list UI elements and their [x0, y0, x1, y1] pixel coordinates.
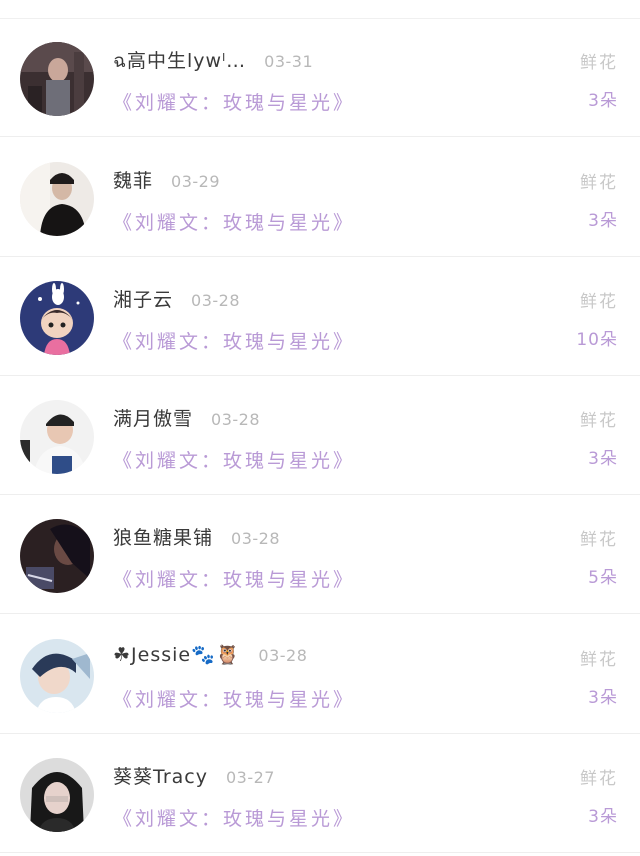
timestamp: 03-27	[225, 768, 275, 787]
user-name: ☘Jessie🐾🦉 03-28	[113, 644, 308, 666]
user-name: 狼鱼糖果铺 03-28	[113, 527, 281, 549]
user-avatar[interactable]	[20, 639, 94, 713]
timestamp: 03-31	[264, 52, 314, 71]
user-name: 湘子云 03-28	[113, 289, 241, 311]
user-name: 满月傲雪 03-28	[113, 408, 261, 430]
gift-count: 3朵	[588, 449, 618, 469]
user-avatar[interactable]	[20, 162, 94, 236]
gift-record-list: ฉ高中生lywˡ… 03-31 《刘耀文：玫瑰与星光》 鲜花 3朵 魏菲 03-29…	[0, 0, 640, 856]
book-title[interactable]: 《刘耀文：玫瑰与星光》	[113, 327, 355, 354]
book-title[interactable]: 《刘耀文：玫瑰与星光》	[113, 804, 355, 831]
gift-count: 3朵	[588, 91, 618, 111]
timestamp: 03-28	[231, 529, 281, 548]
gift-count: 10朵	[576, 330, 618, 350]
gift-count: 5朵	[588, 568, 618, 588]
user-avatar[interactable]	[20, 400, 94, 474]
gift-count: 3朵	[588, 807, 618, 827]
gift-type: 鲜花	[580, 292, 618, 312]
book-title[interactable]: 《刘耀文：玫瑰与星光》	[113, 446, 355, 473]
list-item[interactable]: 魏菲 03-29 《刘耀文：玫瑰与星光》 鲜花 3朵	[0, 138, 640, 257]
user-name: ฉ高中生lywˡ… 03-31	[113, 50, 314, 72]
gift-type: 鲜花	[580, 53, 618, 73]
list-item[interactable]: ฉ高中生lywˡ… 03-31 《刘耀文：玫瑰与星光》 鲜花 3朵	[0, 18, 640, 137]
list-item[interactable]: 湘子云 03-28 《刘耀文：玫瑰与星光》 鲜花 10朵	[0, 257, 640, 376]
gift-count: 3朵	[588, 211, 618, 231]
user-name: 葵葵Tracy 03-27	[113, 766, 275, 788]
timestamp: 03-28	[211, 410, 261, 429]
gift-count: 3朵	[588, 688, 618, 708]
gift-type: 鲜花	[580, 530, 618, 550]
list-item[interactable]: 满月傲雪 03-28 《刘耀文：玫瑰与星光》 鲜花 3朵	[0, 376, 640, 495]
list-item[interactable]: ☘Jessie🐾🦉 03-28 《刘耀文：玫瑰与星光》 鲜花 3朵	[0, 615, 640, 734]
book-title[interactable]: 《刘耀文：玫瑰与星光》	[113, 208, 355, 235]
user-avatar[interactable]	[20, 42, 94, 116]
gift-type: 鲜花	[580, 173, 618, 193]
timestamp: 03-28	[191, 291, 241, 310]
gift-type: 鲜花	[580, 769, 618, 789]
user-avatar[interactable]	[20, 519, 94, 593]
list-item[interactable]: 狼鱼糖果铺 03-28 《刘耀文：玫瑰与星光》 鲜花 5朵	[0, 495, 640, 614]
user-name: 魏菲 03-29	[113, 170, 221, 192]
user-avatar[interactable]	[20, 758, 94, 832]
book-title[interactable]: 《刘耀文：玫瑰与星光》	[113, 88, 355, 115]
gift-type: 鲜花	[580, 411, 618, 431]
timestamp: 03-28	[258, 646, 308, 665]
timestamp: 03-29	[171, 172, 221, 191]
user-avatar[interactable]	[20, 281, 94, 355]
list-item[interactable]: 葵葵Tracy 03-27 《刘耀文：玫瑰与星光》 鲜花 3朵	[0, 734, 640, 853]
book-title[interactable]: 《刘耀文：玫瑰与星光》	[113, 565, 355, 592]
gift-type: 鲜花	[580, 650, 618, 670]
book-title[interactable]: 《刘耀文：玫瑰与星光》	[113, 685, 355, 712]
